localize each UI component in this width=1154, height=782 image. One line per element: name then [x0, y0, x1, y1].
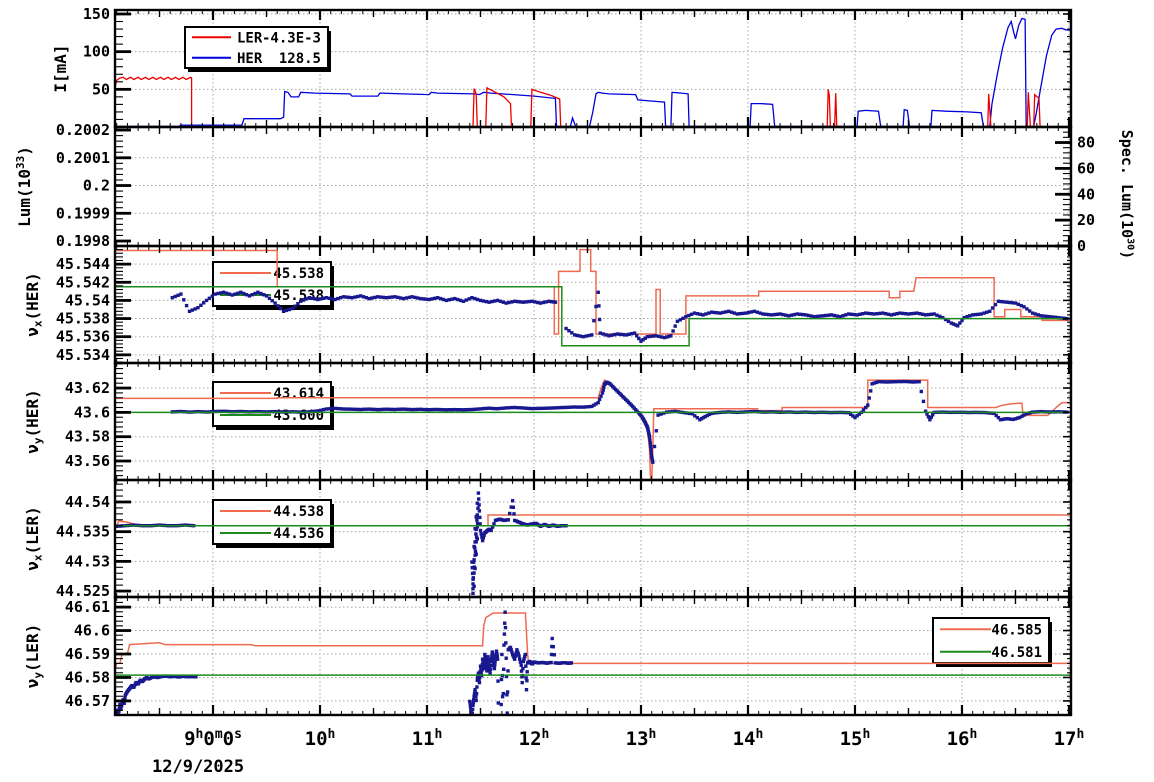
- xtick-label: 15h: [840, 727, 871, 750]
- panel-border: [113, 595, 1073, 717]
- legend-value: 43.614: [273, 386, 324, 402]
- ytick-label: 44.535: [56, 523, 110, 541]
- ytick-label: 44.53: [65, 552, 110, 570]
- right-ytick-label: 40: [1077, 185, 1095, 203]
- ytick-label: 46.58: [65, 668, 110, 686]
- ytick-label: 43.62: [65, 379, 110, 397]
- legend-value: 128.5: [279, 51, 321, 67]
- legend-value: 46.585: [991, 622, 1042, 638]
- yaxis-title-nuy-her: νy(HER): [23, 389, 45, 453]
- xtick-label: 9h0m0s: [184, 727, 242, 750]
- series-nux-her-measured: [170, 290, 1069, 343]
- x-axis-labels: 9h0m0s 10h 11h 12h 13h 14h 15h 16h 17h: [184, 727, 1084, 750]
- ytick-label: 45.534: [56, 346, 110, 364]
- date-label: 12/9/2025: [152, 757, 245, 777]
- ytick-label: 150: [83, 5, 110, 23]
- ytick-label: 45.538: [56, 310, 110, 328]
- gridlines: [115, 127, 1071, 246]
- panel-beam-current: LER -4.3E-3 HER 128.5 50 100 150: [83, 5, 1073, 129]
- ytick-label: 46.6: [74, 622, 110, 640]
- panel-nux-ler: 44.53844.53644.52544.5344.53544.54: [56, 478, 1073, 600]
- ytick-label: 44.54: [65, 493, 110, 511]
- ytick-label: 46.57: [65, 692, 110, 710]
- chart-canvas: LER -4.3E-3HER 128.550100150I[mA]0.19980.1…: [14, 5, 1136, 750]
- ytick-label: 100: [83, 43, 110, 61]
- ytick-label: 45.544: [56, 255, 110, 273]
- panel-nuy-her: 43.61443.600 43.56 43.58 43.6 43.62: [65, 361, 1073, 482]
- right-ytick-label: 80: [1077, 134, 1095, 152]
- ytick-label: 46.61: [65, 598, 110, 616]
- legend-beam-current: LER -4.3E-3 HER 128.5: [184, 26, 331, 72]
- xtick-label: 11h: [412, 727, 443, 750]
- ytick-label: 50: [92, 80, 110, 98]
- xtick-label: 17h: [1054, 727, 1085, 750]
- yaxis-title-nuy-ler: νy(LER): [23, 624, 45, 688]
- ytick-label: 0.2001: [56, 149, 110, 167]
- series-nuy-ler-measured: [115, 610, 574, 715]
- legend-label: HER: [237, 51, 263, 67]
- legend-nuy-her: 43.61443.600: [212, 381, 334, 430]
- legend-value: -4.3E-3: [262, 30, 321, 46]
- ytick-label: 43.6: [74, 403, 110, 421]
- panel-nux-her: 45.53845.53845.53445.53645.53845.5445.54…: [56, 244, 1073, 365]
- ytick-label: 45.536: [56, 328, 110, 346]
- xtick-label: 13h: [626, 727, 657, 750]
- ytick-label: 0.2: [83, 177, 110, 195]
- right-ytick-label: 20: [1077, 211, 1095, 229]
- right-axis-title: Spec. Lum(1030): [1118, 130, 1136, 259]
- axis-ticks: [115, 597, 1071, 716]
- legend-nuy-ler: 46.585 46.581: [932, 617, 1052, 667]
- ytick-label: 0.2002: [56, 121, 110, 139]
- yaxis-title-nux-her: νx(HER): [23, 272, 45, 336]
- xtick-label: 10h: [305, 727, 336, 750]
- series-group: [115, 610, 1071, 715]
- legend-value: 45.538: [273, 288, 324, 304]
- series-nux-ler-measured: [115, 491, 568, 596]
- yaxis-title-nux-ler: νx(LER): [23, 506, 45, 570]
- panel-border: [113, 125, 1073, 248]
- yaxis-title-luminosity: Lum(1033): [14, 146, 34, 227]
- panel-luminosity: 0.1998 0.1999 0.2 0.2001 0.2002 0 20 40 60 80: [56, 121, 1095, 255]
- ytick-label: 0.1998: [56, 232, 110, 250]
- yaxis-title-beam-current: I[mA]: [51, 44, 70, 92]
- accelerator-tune-monitor-figure: 12/9/2025 LER -4.3E-3 HER 128.5 50 100 150 I[mA…: [0, 0, 1154, 782]
- legend-value: 44.536: [273, 526, 324, 542]
- xtick-label: 12h: [519, 727, 550, 750]
- ytick-label: 0.1999: [56, 204, 110, 222]
- xtick-label: 14h: [733, 727, 764, 750]
- right-ytick-label: 0: [1077, 237, 1086, 255]
- ytick-label: 43.58: [65, 428, 110, 446]
- gridlines: [115, 597, 1071, 715]
- legend-value: 46.581: [991, 645, 1042, 661]
- ytick-label: 45.542: [56, 273, 110, 291]
- legend-label: LER: [237, 30, 263, 46]
- axis-ticks: [115, 127, 1071, 248]
- legend-value: 45.538: [273, 266, 324, 282]
- right-ytick-label: 60: [1077, 159, 1095, 177]
- series-nuy-ler-setpoint: [115, 612, 1071, 672]
- ytick-label: 45.54: [65, 291, 110, 309]
- panel-nuy-ler: 46.585 46.581 46.57 46.58 46.59 46.6 46.61: [65, 595, 1073, 717]
- legend-value: 44.538: [273, 504, 324, 520]
- ytick-label: 46.59: [65, 645, 110, 663]
- xtick-label: 16h: [947, 727, 978, 750]
- legend-nux-ler: 44.538 44.536: [212, 499, 334, 548]
- ytick-label: 43.56: [65, 452, 110, 470]
- series-ler-current: [115, 76, 1071, 127]
